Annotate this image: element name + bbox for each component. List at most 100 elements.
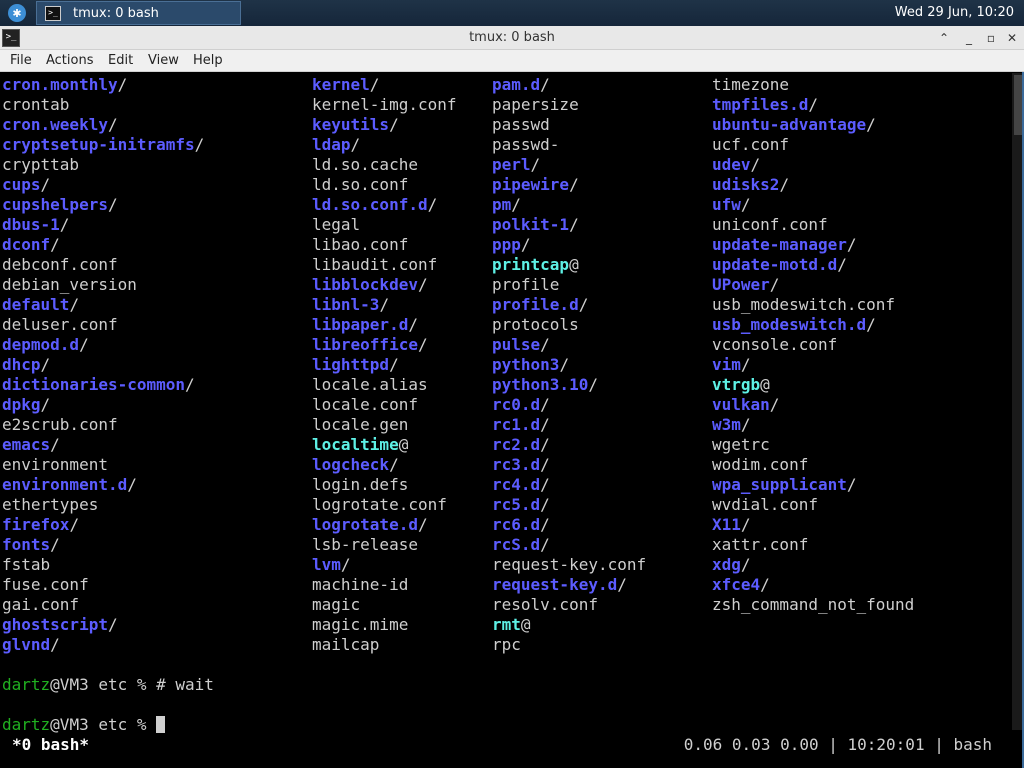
dir-suffix: / <box>417 335 428 354</box>
entry-name: rc4.d <box>492 475 541 494</box>
listing-entry: cups/ <box>2 175 204 195</box>
entry-name: ethertypes <box>2 495 99 514</box>
dir-suffix: / <box>740 415 751 434</box>
listing-entry: localtime@ <box>312 435 457 455</box>
tmux-window-list[interactable]: *0 bash* <box>12 735 89 755</box>
entry-name: e2scrub.conf <box>2 415 118 434</box>
scrollbar-thumb[interactable] <box>1014 75 1022 135</box>
entry-name: ucf.conf <box>712 135 790 154</box>
app-menu-icon[interactable]: ✱ <box>8 4 26 22</box>
entry-name: pulse <box>492 335 541 354</box>
menu-help[interactable]: Help <box>193 53 223 68</box>
entry-name: uniconf.conf <box>712 215 828 234</box>
prompt-user: dartz <box>2 675 51 694</box>
dir-suffix: / <box>740 515 751 534</box>
maximize-icon[interactable]: ▫ <box>982 29 1000 47</box>
listing-entry: rcS.d/ <box>492 535 646 555</box>
entry-name: cups <box>2 175 41 194</box>
listing-entry: lvm/ <box>312 555 457 575</box>
listing-entry: dbus-1/ <box>2 215 204 235</box>
entry-name: polkit-1 <box>492 215 570 234</box>
dir-suffix: / <box>540 335 550 354</box>
listing-entry: ld.so.conf.d/ <box>312 195 457 215</box>
prompt-host-path: @VM3 etc % <box>50 715 157 734</box>
dir-suffix: / <box>107 615 118 634</box>
dir-suffix: / <box>866 115 876 134</box>
panel-clock[interactable]: Wed 29 Jun, 10:20 <box>895 5 1014 20</box>
listing-column: timezone tmpfiles.d/ubuntu-advantage/ucf.… <box>712 75 914 615</box>
entry-name: request-key.conf <box>492 555 647 574</box>
listing-entry: default/ <box>2 295 204 315</box>
dir-suffix: / <box>866 315 876 334</box>
listing-entry: environment <box>2 455 204 475</box>
entry-name: update-manager <box>712 235 847 254</box>
listing-entry: cupshelpers/ <box>2 195 204 215</box>
dir-suffix: / <box>107 195 118 214</box>
minimize-icon[interactable]: _ <box>960 29 978 47</box>
listing-entry: wvdial.conf <box>712 495 914 515</box>
listing-entry: locale.alias <box>312 375 457 395</box>
listing-entry: magic <box>312 595 457 615</box>
listing-entry: passwd <box>492 115 646 135</box>
listing-entry: crypttab <box>2 155 204 175</box>
shade-icon[interactable]: ⌃ <box>935 29 953 47</box>
listing-entry: papersize <box>492 95 646 115</box>
listing-column: cron.monthly/crontab cron.weekly/cryptset… <box>2 75 204 655</box>
listing-entry: tmpfiles.d/ <box>712 95 914 115</box>
dir-suffix: / <box>127 475 137 494</box>
dir-suffix: / <box>107 115 118 134</box>
entry-name: zsh_command_not_found <box>712 595 915 614</box>
dir-suffix: / <box>530 155 541 174</box>
dir-suffix: / <box>837 255 847 274</box>
entry-name: X11 <box>712 515 741 534</box>
entry-name: rcS.d <box>492 535 541 554</box>
dir-suffix: / <box>520 235 531 254</box>
entry-name: crontab <box>2 95 70 114</box>
entry-name: gai.conf <box>2 595 80 614</box>
dir-suffix: / <box>379 295 390 314</box>
dir-suffix: / <box>417 515 428 534</box>
dir-suffix: / <box>50 235 60 254</box>
entry-name: mailcap <box>312 635 380 654</box>
listing-entry: ufw/ <box>712 195 914 215</box>
entry-name: perl <box>492 155 531 174</box>
entry-name: xdg <box>712 555 741 574</box>
dir-suffix: / <box>540 415 550 434</box>
entry-name: debconf.conf <box>2 255 118 274</box>
window-titlebar[interactable]: >_ tmux: 0 bash ⌃ _ ▫ ✕ <box>0 26 1024 50</box>
menu-actions[interactable]: Actions <box>46 53 94 68</box>
menu-view[interactable]: View <box>148 53 179 68</box>
listing-entry: libao.conf <box>312 235 457 255</box>
listing-entry: profile <box>492 275 646 295</box>
menu-edit[interactable]: Edit <box>108 53 133 68</box>
dir-suffix: / <box>750 155 761 174</box>
listing-entry: cron.weekly/ <box>2 115 204 135</box>
terminal-area[interactable]: cron.monthly/crontab cron.weekly/cryptset… <box>0 73 1024 768</box>
listing-entry: rc0.d/ <box>492 395 646 415</box>
dir-suffix: / <box>389 355 399 374</box>
listing-entry: magic.mime <box>312 615 457 635</box>
dir-suffix: / <box>740 555 751 574</box>
dir-suffix: / <box>540 515 550 534</box>
listing-entry: udev/ <box>712 155 914 175</box>
dir-suffix: / <box>40 355 51 374</box>
close-icon[interactable]: ✕ <box>1003 29 1021 47</box>
listing-entry: python3.10/ <box>492 375 646 395</box>
entry-name: papersize <box>492 95 579 114</box>
listing-entry: ld.so.cache <box>312 155 457 175</box>
dir-suffix: / <box>50 535 60 554</box>
entry-name: resolv.conf <box>492 595 598 614</box>
dir-suffix: / <box>559 355 570 374</box>
dir-suffix: / <box>769 275 780 294</box>
prompt-line-active[interactable]: dartz@VM3 etc % <box>2 715 166 735</box>
taskbar-item-terminal[interactable]: >_ tmux: 0 bash <box>36 1 241 25</box>
text-cursor <box>156 716 166 733</box>
menu-file[interactable]: File <box>10 53 32 68</box>
listing-entry: usb_modeswitch.d/ <box>712 315 914 335</box>
entry-name: lsb-release <box>312 535 418 554</box>
entry-name: environment.d <box>2 475 128 494</box>
dir-suffix: / <box>50 435 60 454</box>
dir-suffix: / <box>369 75 380 94</box>
listing-entry: dictionaries-common/ <box>2 375 204 395</box>
dir-suffix: / <box>511 195 521 214</box>
